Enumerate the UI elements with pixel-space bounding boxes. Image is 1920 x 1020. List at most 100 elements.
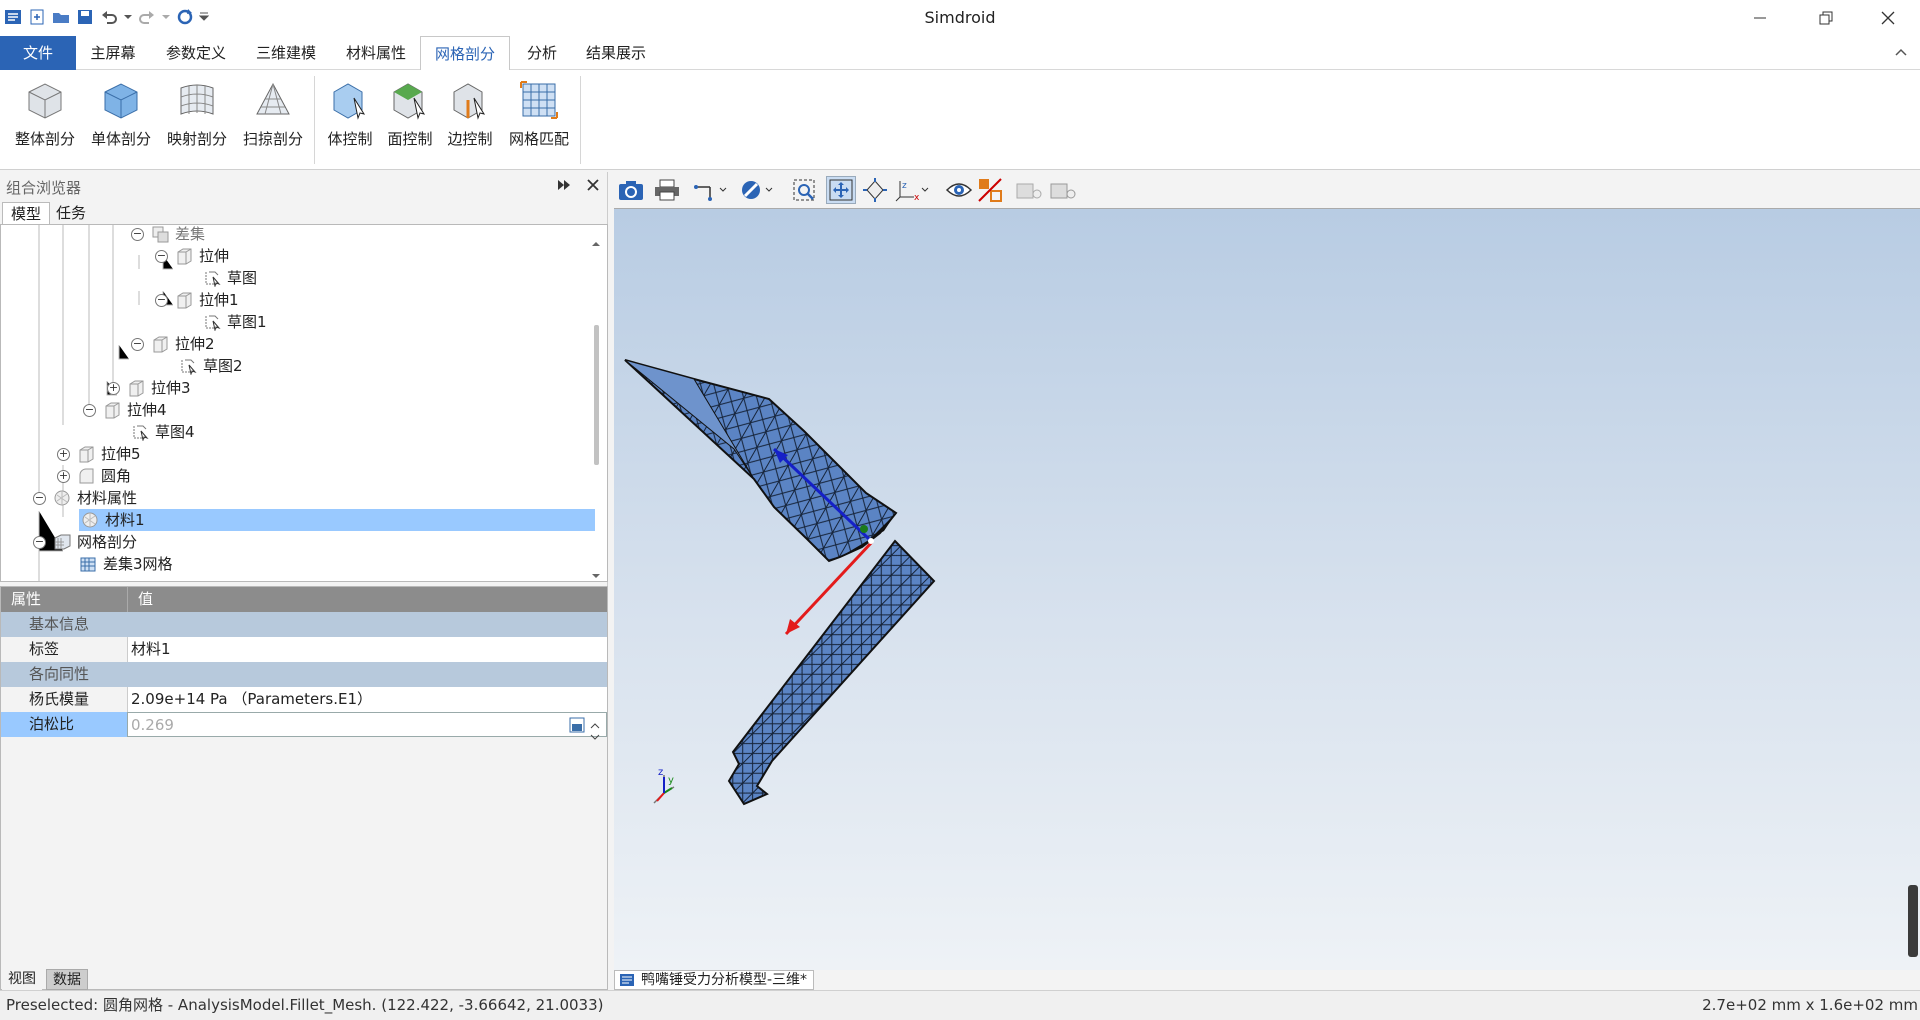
collapse-icon[interactable]: − [155, 293, 168, 307]
tree-node-fillet[interactable]: + 圆角 [57, 465, 131, 487]
hammer-mesh-model[interactable]: z y [614, 209, 1920, 971]
blue-cube-icon [104, 83, 138, 119]
collapse-icon[interactable]: − [131, 337, 144, 351]
minimize-button[interactable] [1732, 0, 1788, 36]
tree-node-extrude1[interactable]: − 拉伸1 [155, 289, 239, 311]
app-title: Simdroid [924, 8, 996, 27]
tab-file[interactable]: 文件 [0, 36, 76, 70]
view-cube-icon[interactable] [860, 176, 890, 204]
property-header: 属性 值 [1, 587, 607, 612]
tab-analysis[interactable]: 分析 [516, 36, 568, 70]
tree-node-extrude[interactable]: − 拉伸 [155, 245, 229, 267]
sketch-icon [205, 271, 221, 287]
category-isotropic[interactable]: 各向同性 [1, 662, 607, 687]
tab-view[interactable]: 视图 [2, 969, 42, 990]
tab-material[interactable]: 材料属性 [338, 36, 414, 70]
svg-text:z: z [902, 181, 907, 191]
tab-3d-modeling[interactable]: 三维建模 [248, 36, 324, 70]
navigation-gauge[interactable] [1908, 885, 1918, 957]
tree-node-sketch4[interactable]: 草图4 [131, 421, 195, 443]
tab-model[interactable]: 模型 [2, 202, 51, 226]
tree-node-meshing[interactable]: − 网格剖分 [33, 531, 137, 553]
extrude-icon [79, 446, 94, 463]
property-row-poisson-ratio[interactable]: 泊松比 0.269 [1, 712, 607, 740]
selection-filter-icon[interactable] [976, 176, 1006, 204]
mesh-match-button[interactable]: 网格匹配 [504, 78, 574, 162]
extrude-icon [105, 402, 120, 419]
single-body-mesh-label: 单体剖分 [90, 130, 151, 148]
eye-icon[interactable] [944, 176, 974, 204]
expand-icon[interactable]: + [57, 447, 70, 461]
camera-icon[interactable] [616, 176, 646, 204]
tab-parameters[interactable]: 参数定义 [158, 36, 234, 70]
category-basic-info[interactable]: 基本信息 [1, 612, 607, 637]
sweep-mesh-button[interactable]: 扫掠剖分 [238, 78, 308, 162]
dock-icon[interactable] [556, 178, 572, 196]
sweep-mesh-label: 扫掠剖分 [242, 130, 303, 148]
tree-node-extrude4[interactable]: − 拉伸4 [83, 399, 167, 421]
property-row-label[interactable]: 标签 材料1 [1, 637, 607, 662]
hammer-handle[interactable] [727, 539, 936, 806]
hammer-head[interactable] [624, 359, 898, 563]
expand-icon[interactable]: + [107, 381, 120, 395]
collapse-ribbon-icon[interactable] [1894, 46, 1908, 62]
tab-home[interactable]: 主屏幕 [82, 36, 144, 70]
global-mesh-button[interactable]: 整体剖分 [10, 78, 80, 162]
tree-node-material-properties[interactable]: − 材料属性 [33, 487, 137, 509]
poisson-ratio-input[interactable]: 0.269 [127, 712, 607, 737]
edge-control-button[interactable]: 边控制 [436, 78, 504, 162]
mapped-mesh-button[interactable]: 映射剖分 [162, 78, 232, 162]
extrude-icon [129, 380, 144, 397]
section-view-icon[interactable] [738, 176, 778, 204]
tree-node-extrude2[interactable]: − 拉伸2 [131, 333, 215, 355]
tree-node-sketch1[interactable]: 草图1 [203, 311, 267, 333]
spin-down-icon[interactable] [590, 725, 600, 750]
close-panel-icon[interactable] [586, 178, 600, 196]
collapse-icon[interactable]: − [131, 227, 144, 241]
document-tab[interactable]: 鸭嘴锤受力分析模型-三维* [614, 970, 815, 990]
ribbon-separator [580, 76, 581, 164]
collapse-icon[interactable]: − [155, 249, 168, 263]
close-button[interactable] [1860, 0, 1916, 36]
collapse-icon[interactable]: − [83, 403, 96, 417]
light-toggle-icon[interactable] [1048, 176, 1078, 204]
face-control-button[interactable]: 面控制 [376, 78, 444, 162]
tree-label: 拉伸4 [127, 401, 167, 419]
property-row-youngs-modulus[interactable]: 杨氏模量 2.09e+14 Pa （Parameters.E1） [1, 687, 607, 712]
tab-meshing[interactable]: 网格剖分 [420, 36, 510, 71]
measure-tool-icon[interactable] [690, 176, 730, 204]
tree-scrollbar-thumb[interactable] [594, 325, 599, 465]
face-control-icon [393, 83, 426, 120]
fit-all-icon[interactable] [826, 176, 856, 204]
tree-node-sketch[interactable]: 草图 [203, 267, 257, 289]
axis-view-icon[interactable]: zx [892, 176, 932, 204]
tree-node-difference3-mesh[interactable]: 差集3网格 [79, 553, 173, 575]
scroll-down-icon[interactable] [591, 569, 601, 581]
edge-control-label: 边控制 [447, 130, 493, 148]
scroll-up-icon[interactable] [591, 237, 601, 251]
material-icon [54, 490, 70, 506]
restore-button[interactable] [1798, 0, 1854, 36]
tree-node-sketch2[interactable]: 草图2 [179, 355, 243, 377]
expand-icon[interactable]: + [57, 469, 70, 483]
single-body-mesh-button[interactable]: 单体剖分 [86, 78, 156, 162]
property-value[interactable]: 材料1 [127, 637, 607, 662]
svg-text:y: y [668, 775, 674, 786]
property-value[interactable]: 2.09e+14 Pa （Parameters.E1） [127, 687, 607, 712]
collapse-icon[interactable]: − [33, 491, 46, 505]
tree-node-extrude5[interactable]: + 拉伸5 [57, 443, 141, 465]
tab-task[interactable]: 任务 [48, 202, 94, 226]
tree-node-material1[interactable]: 材料1 [79, 509, 595, 531]
tree-node-difference[interactable]: − 差集 [131, 225, 205, 245]
tree-node-extrude3[interactable]: + 拉伸3 [107, 377, 191, 399]
sweep-mesh-icon [256, 82, 290, 115]
tab-data[interactable]: 数据 [46, 969, 88, 990]
print-icon[interactable] [652, 176, 682, 204]
zoom-box-icon[interactable] [790, 176, 820, 204]
formula-icon[interactable] [569, 716, 585, 741]
3d-viewport[interactable]: z y [614, 208, 1920, 970]
body-control-button[interactable]: 体控制 [316, 78, 384, 162]
tab-results[interactable]: 结果展示 [576, 36, 656, 70]
collapse-icon[interactable]: − [33, 535, 46, 549]
light-box-icon[interactable] [1014, 176, 1044, 204]
